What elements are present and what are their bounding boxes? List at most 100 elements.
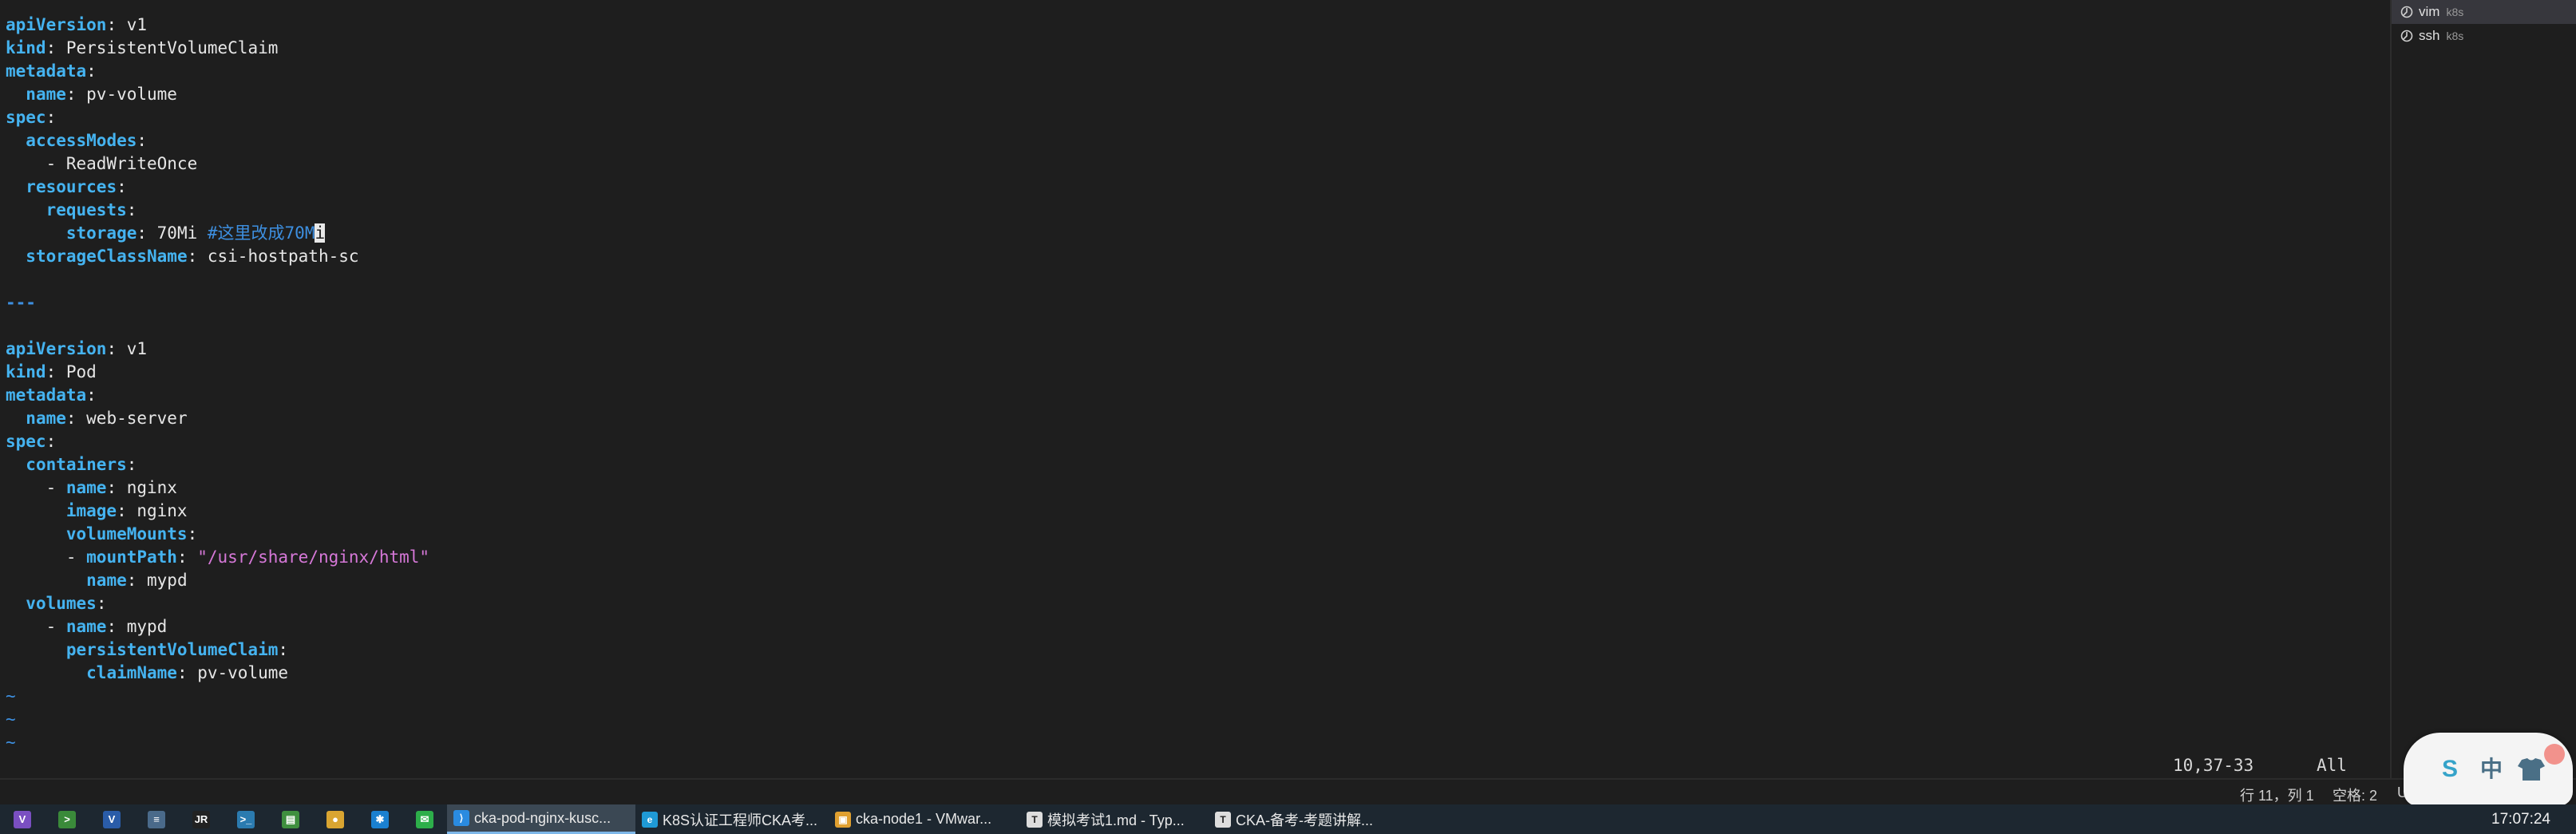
ime-logo-icon[interactable]: S — [2436, 755, 2464, 784]
yaml-key: name — [86, 571, 127, 590]
code-line[interactable]: spec: — [6, 106, 429, 129]
terminal-green-icon-glyph: > — [58, 810, 76, 828]
vim-ruler: 10,37-33 — [2173, 756, 2254, 775]
taskbar-app-vmware-window[interactable]: ▣ cka-node1 - VMwar... — [829, 804, 1020, 834]
code-area[interactable]: apiVersion: v1 kind: PersistentVolumeClai… — [6, 14, 429, 754]
wechat-icon[interactable]: ✉ — [402, 804, 447, 834]
empty-buffer-line[interactable]: ~ — [6, 685, 429, 708]
code-line[interactable]: claimName: pv-volume — [6, 662, 429, 685]
yaml-key: metadata — [6, 61, 87, 81]
yaml-comment: #这里改成70M — [207, 223, 315, 243]
code-text: : mypd — [126, 571, 188, 590]
code-line[interactable]: apiVersion: v1 — [6, 14, 429, 37]
code-text: : — [137, 131, 148, 150]
code-line[interactable]: kind: PersistentVolumeClaim — [6, 37, 429, 60]
chrome-icon-glyph: ● — [326, 810, 344, 828]
taskbar-app-label: K8S认证工程师CKA考... — [663, 812, 818, 828]
vmware-window-icon: ▣ — [835, 811, 851, 828]
terminal-process-list: vim k8s ssh k8s — [2390, 0, 2576, 778]
code-line[interactable]: - ReadWriteOnce — [6, 152, 429, 176]
code-line[interactable]: persistentVolumeClaim: — [6, 638, 429, 662]
code-text: : PersistentVolumeClaim — [46, 38, 279, 57]
snowflake-app-icon-glyph: ✱ — [371, 810, 389, 828]
visio-icon[interactable]: V — [89, 804, 134, 834]
code-line[interactable]: kind: Pod — [6, 361, 429, 384]
cursor-position-status[interactable]: 行 11，列 1 — [2240, 785, 2314, 805]
taskbar-app-edge-window[interactable]: e K8S认证工程师CKA考... — [635, 804, 829, 834]
ime-toolbar[interactable]: S 中 — [2404, 733, 2573, 806]
code-line[interactable]: storage: 70Mi #这里改成70Mi — [6, 222, 429, 245]
code-line[interactable]: name: pv-volume — [6, 83, 429, 106]
code-text: : — [117, 177, 127, 196]
code-text: : — [278, 640, 289, 659]
notepad-icon[interactable]: ▤ — [268, 804, 313, 834]
vim-scroll-indicator: All — [2317, 756, 2347, 775]
empty-buffer-line[interactable]: ~ — [6, 708, 429, 731]
process-item-vim[interactable]: vim k8s — [2392, 0, 2576, 24]
code-line[interactable]: image: nginx — [6, 500, 429, 523]
ime-skin-icon[interactable] — [2517, 757, 2546, 782]
visual-studio-icon-glyph: V — [14, 810, 31, 828]
taskbar-app-typora-window[interactable]: T 模拟考试1.md - Typ... — [1020, 804, 1209, 834]
code-line[interactable]: metadata: — [6, 384, 429, 407]
code-text: : — [176, 547, 198, 567]
code-line[interactable]: --- — [6, 291, 429, 314]
yaml-key: name — [26, 85, 66, 104]
taskbar-app-label: CKA-备考-考题讲解... — [1236, 812, 1374, 828]
ime-mode-toggle[interactable]: 中 — [2480, 755, 2503, 784]
yaml-key: requests — [46, 200, 127, 219]
yaml-string: "/usr/share/nginx/html" — [197, 547, 430, 567]
code-line[interactable]: - mountPath: "/usr/share/nginx/html" — [6, 546, 429, 569]
code-text: : — [46, 432, 57, 451]
jetbrains-icon[interactable]: JR — [179, 804, 224, 834]
code-line[interactable]: storageClassName: csi-hostpath-sc — [6, 245, 429, 268]
code-text: : 70Mi — [137, 223, 208, 243]
code-line[interactable]: - name: mypd — [6, 615, 429, 638]
code-line[interactable]: accessModes: — [6, 129, 429, 152]
powershell-icon-glyph: >_ — [237, 810, 255, 828]
code-line[interactable]: volumes: — [6, 592, 429, 615]
code-line[interactable]: - name: nginx — [6, 476, 429, 500]
code-text: : — [96, 594, 107, 613]
taskbar-app-typora-window-2[interactable]: T CKA-备考-考题讲解... — [1209, 804, 1384, 834]
process-host: k8s — [2446, 30, 2464, 42]
process-item-ssh[interactable]: ssh k8s — [2392, 24, 2576, 48]
vim-editor[interactable]: apiVersion: v1 kind: PersistentVolumeClai… — [0, 0, 2388, 778]
taskbar-app-label: cka-pod-nginx-kusc... — [474, 809, 611, 826]
code-line[interactable] — [6, 268, 429, 291]
terminal-green-icon[interactable]: > — [45, 804, 89, 834]
code-line[interactable]: metadata: — [6, 60, 429, 83]
taskbar-clock[interactable]: 17:07:24 — [2491, 804, 2550, 834]
typora-window-2-icon: T — [1215, 811, 1231, 828]
code-text: : — [187, 524, 198, 543]
snowflake-app-icon[interactable]: ✱ — [358, 804, 402, 834]
code-line[interactable]: requests: — [6, 199, 429, 222]
terminal-process-icon — [2400, 29, 2414, 43]
taskbar-app-label: cka-node1 - VMwar... — [856, 811, 992, 827]
chrome-icon[interactable]: ● — [313, 804, 358, 834]
code-line[interactable]: apiVersion: v1 — [6, 338, 429, 361]
code-line[interactable]: resources: — [6, 176, 429, 199]
taskbar-app-vscode-window[interactable]: ⟩ cka-pod-nginx-kusc... — [447, 804, 635, 834]
visual-studio-icon[interactable]: V — [0, 804, 45, 834]
app-manager-icon[interactable]: ≡ — [134, 804, 179, 834]
code-line[interactable]: name: mypd — [6, 569, 429, 592]
code-line[interactable] — [6, 314, 429, 338]
yaml-key: claimName — [86, 663, 177, 682]
yaml-key: kind — [6, 38, 46, 57]
code-line[interactable]: containers: — [6, 453, 429, 476]
powershell-icon[interactable]: >_ — [224, 804, 268, 834]
empty-buffer-line[interactable]: ~ — [6, 731, 429, 754]
indentation-status[interactable]: 空格: 2 — [2333, 785, 2377, 805]
code-line[interactable]: spec: — [6, 430, 429, 453]
jetbrains-icon-glyph: JR — [192, 810, 210, 828]
code-line[interactable]: name: web-server — [6, 407, 429, 430]
code-text: : pv-volume — [65, 85, 177, 104]
code-text: : v1 — [106, 15, 148, 34]
code-line[interactable]: volumeMounts: — [6, 523, 429, 546]
process-name: ssh — [2419, 28, 2440, 43]
yaml-key: accessModes — [26, 131, 137, 150]
code-text: : — [86, 61, 97, 81]
